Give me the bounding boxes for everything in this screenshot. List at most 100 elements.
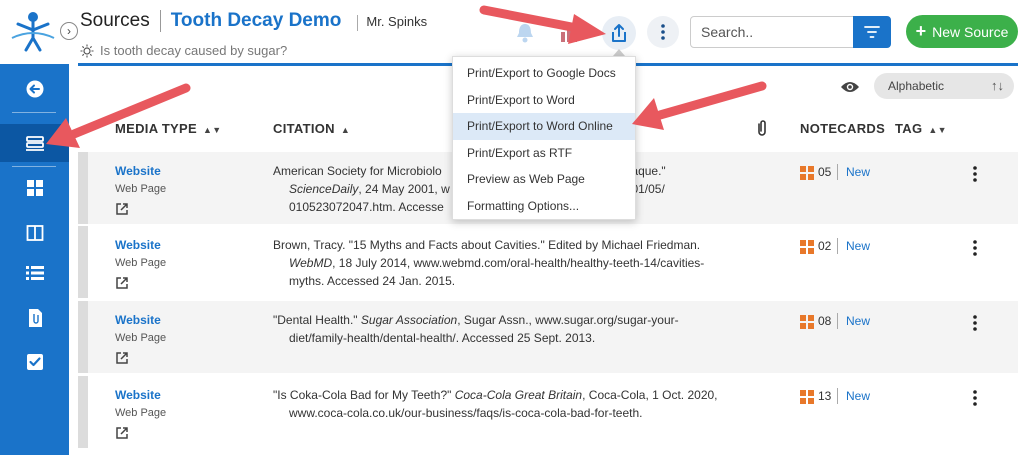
menu-item-export-word[interactable]: Print/Export to Word — [453, 87, 635, 114]
sidebar-item-sources[interactable] — [0, 124, 69, 162]
external-link-icon[interactable] — [115, 276, 129, 290]
column-media-type-label: MEDIA TYPE — [115, 121, 197, 136]
new-source-label: New Source — [932, 23, 1009, 40]
more-options-button[interactable] — [647, 16, 679, 48]
external-link-icon[interactable] — [115, 202, 129, 216]
export-button[interactable] — [602, 16, 636, 50]
sort-both-icon: ▲▼ — [202, 125, 222, 135]
citation-text: "Dental Health." Sugar Association, Suga… — [273, 313, 679, 345]
citation-text: "Is Coka-Cola Bad for My Teeth?" Coca-Co… — [273, 388, 718, 420]
sidebar-item-outline[interactable] — [0, 254, 69, 292]
sidebar-item-paper[interactable] — [0, 299, 69, 337]
media-type-link[interactable]: Website — [115, 164, 161, 178]
menu-item-preview-web-page[interactable]: Preview as Web Page — [453, 166, 635, 193]
column-tag[interactable]: TAG ▲▼ — [895, 121, 947, 136]
external-link-icon[interactable] — [115, 426, 129, 440]
checkbox-icon — [26, 354, 43, 370]
sidebar-item-notebook[interactable] — [0, 214, 69, 252]
new-notecard-link[interactable]: New — [846, 165, 870, 179]
column-notecards[interactable]: NOTECARDS — [800, 121, 885, 136]
list-icon — [25, 266, 44, 280]
new-source-button[interactable]: + New Source — [906, 15, 1018, 48]
external-link-icon[interactable] — [115, 351, 129, 365]
table-row[interactable]: Website Web Page Brown, Tracy. "15 Myths… — [78, 226, 1018, 298]
filter-icon — [864, 26, 880, 38]
media-type-link[interactable]: Website — [115, 238, 161, 252]
new-notecard-link[interactable]: New — [846, 389, 870, 403]
menu-item-formatting-options[interactable]: Formatting Options... — [453, 193, 635, 220]
title-divider — [159, 10, 161, 32]
row-kebab-icon[interactable] — [970, 388, 980, 408]
notecard-icon — [800, 240, 814, 254]
sort-direction-icon[interactable]: ↑↓ — [991, 78, 1004, 93]
question-text: Is tooth decay caused by sugar? — [100, 43, 288, 58]
table-row[interactable]: Website Web Page "Dental Health." Sugar … — [78, 301, 1018, 373]
notecard-count: 05 — [818, 165, 832, 179]
sort-selected-value: Alphabetic — [888, 79, 945, 93]
row-handle — [78, 226, 88, 298]
media-type-link[interactable]: Website — [115, 313, 161, 327]
project-title[interactable]: Tooth Decay Demo — [171, 10, 342, 32]
sidebar-item-back[interactable] — [0, 70, 69, 108]
menu-item-export-word-online[interactable]: Print/Export to Word Online — [453, 113, 635, 140]
notecard-divider — [837, 388, 838, 404]
sort-select[interactable]: Alphabetic ↑↓ — [874, 73, 1014, 99]
app-logo — [11, 12, 55, 52]
sidebar-item-dashboard[interactable] — [0, 169, 69, 207]
owner-name: Mr. Spinks — [357, 14, 427, 31]
row-kebab-icon[interactable] — [970, 164, 980, 184]
bar-chart-icon[interactable] — [558, 22, 580, 44]
paperclip-icon[interactable] — [756, 119, 768, 137]
notecard-icon — [800, 166, 814, 180]
export-menu: Print/Export to Google Docs Print/Export… — [452, 56, 636, 220]
back-arrow-icon — [26, 80, 43, 98]
media-subtype: Web Page — [115, 332, 167, 344]
menu-caret — [613, 49, 625, 56]
eye-icon[interactable] — [840, 80, 860, 94]
book-icon — [26, 225, 43, 241]
media-subtype: Web Page — [115, 257, 167, 269]
sidebar-expand-icon[interactable]: › — [60, 22, 78, 40]
notecard-divider — [837, 313, 838, 329]
sidebar-item-checklist[interactable] — [0, 343, 69, 381]
row-handle — [78, 301, 88, 373]
column-notecards-label: NOTECARDS — [800, 121, 886, 136]
row-kebab-icon[interactable] — [970, 313, 980, 333]
sidebar-divider — [12, 112, 56, 113]
column-citation[interactable]: CITATION ▲ — [273, 121, 350, 136]
bell-icon[interactable] — [515, 22, 535, 44]
grid-icon — [26, 180, 43, 196]
row-kebab-icon[interactable] — [970, 238, 980, 258]
sources-stack-icon — [25, 136, 44, 151]
sort-both-icon: ▲▼ — [928, 125, 947, 135]
filter-button[interactable] — [853, 16, 891, 48]
media-type-link[interactable]: Website — [115, 388, 161, 402]
search-input[interactable] — [690, 16, 854, 48]
new-notecard-link[interactable]: New — [846, 314, 870, 328]
page-title: Sources — [80, 10, 150, 31]
share-icon — [612, 24, 626, 42]
citation-text: Brown, Tracy. "15 Myths and Facts about … — [273, 238, 705, 288]
notecard-icon — [800, 315, 814, 329]
plus-icon: + — [915, 21, 927, 41]
sidebar-divider — [12, 166, 56, 167]
menu-item-export-rtf[interactable]: Print/Export as RTF — [453, 140, 635, 167]
column-tag-label: TAG — [895, 121, 923, 136]
media-subtype: Web Page — [115, 407, 167, 419]
new-notecard-link[interactable]: New — [846, 239, 870, 253]
annotation-arrow-export — [479, 5, 606, 44]
research-question: Is tooth decay caused by sugar? — [80, 43, 287, 58]
notecard-count: 02 — [818, 239, 832, 253]
table-row[interactable]: Website Web Page "Is Coka-Cola Bad for M… — [78, 376, 1018, 448]
notecard-icon — [800, 390, 814, 404]
sidebar — [0, 64, 69, 455]
lightbulb-icon — [80, 44, 94, 57]
menu-item-export-google-docs[interactable]: Print/Export to Google Docs — [453, 60, 635, 87]
row-handle — [78, 152, 88, 224]
column-citation-label: CITATION — [273, 121, 335, 136]
attachment-document-icon — [28, 309, 42, 327]
row-handle — [78, 376, 88, 448]
notecard-count: 13 — [818, 389, 832, 403]
kebab-icon — [661, 24, 665, 40]
column-media-type[interactable]: MEDIA TYPE ▲▼ — [115, 121, 221, 136]
